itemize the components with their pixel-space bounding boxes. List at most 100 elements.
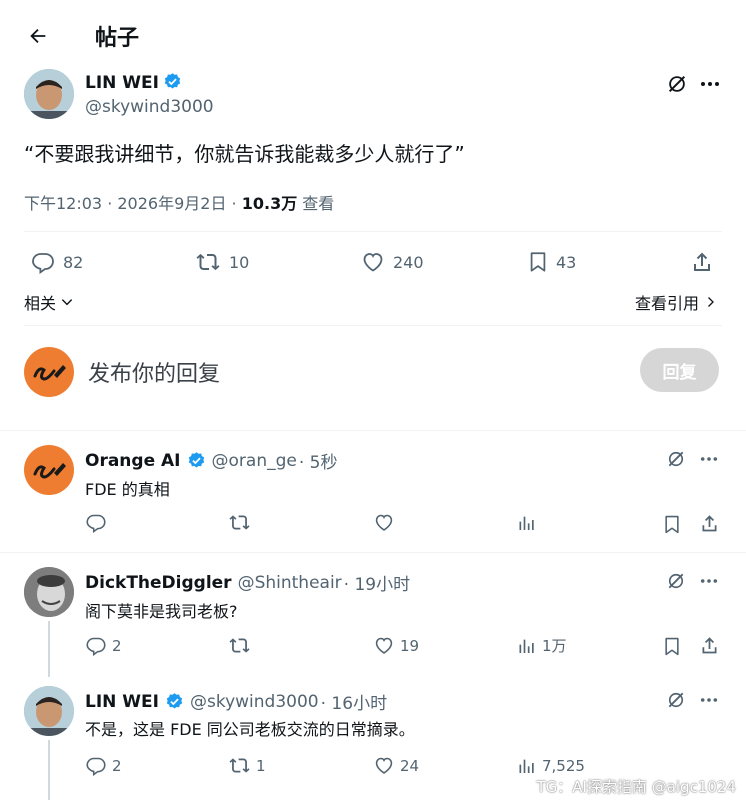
reply-author-name[interactable]: LIN WEI [85,692,159,712]
chevron-right-icon [708,297,714,307]
bookmark-icon[interactable] [660,512,684,536]
reply-avatar[interactable] [24,567,74,617]
like-button[interactable]: 24 [373,755,419,776]
share-icon[interactable] [688,248,716,276]
reply-icon [86,637,106,656]
reply-submit-label: 回复 [662,362,697,383]
like-button[interactable] [373,512,400,533]
bookmark-icon [530,252,546,272]
reply-time[interactable]: · 5秒 [299,448,338,473]
post-meta: 下午12:03 · 2026年9月2日 · 10.3万 查看 [24,190,334,214]
view-quotes-label: 查看引用 [635,294,700,313]
like-count: 24 [400,756,420,775]
repost-button[interactable]: 1 [228,755,266,776]
reply-icon [86,514,106,533]
views-chart-icon [519,639,534,653]
more-options-icon[interactable] [696,70,724,98]
repost-button[interactable] [228,512,256,533]
repost-button[interactable]: 10 [194,250,249,274]
share-icon[interactable] [697,633,721,657]
watermark: TG：AI探索指南 @aigc1024 [536,778,736,796]
views-count: 10.3万 [241,194,298,213]
divider [24,231,722,232]
verified-badge-icon [165,692,184,711]
reply-button[interactable]: 2 [85,635,122,656]
thread-line [48,621,50,677]
reply-time[interactable]: · 16小时 [321,689,387,714]
reply-author-name[interactable]: Orange AI [85,451,181,471]
reply-button[interactable]: 2 [85,755,122,776]
author-name-row[interactable]: LIN WEI [85,72,182,93]
post-time[interactable]: 下午12:03 · 2026年9月2日 · [24,194,242,213]
views-count: 7,525 [542,756,585,775]
reply-icon [32,253,54,274]
grok-icon[interactable] [664,688,688,712]
author-handle[interactable]: @skywind3000 [85,97,214,117]
chevron-down-icon [61,299,73,306]
page-title: 帖子 [95,26,140,51]
reply-author-handle[interactable]: @Shintheair [238,573,342,593]
grok-icon[interactable] [663,70,691,98]
reply-text: FDE 的真相 [85,480,170,499]
author-name: LIN WEI [85,73,159,93]
heart-icon [375,757,393,774]
reply-avatar[interactable] [24,445,74,495]
like-count: 19 [400,636,420,655]
reply-text: 阁下莫非是我司老板? [85,602,238,621]
more-options-icon[interactable] [697,569,721,593]
view-quotes-link[interactable]: 查看引用 [635,290,717,314]
bookmark-count: 43 [556,252,577,272]
bookmark-icon[interactable] [660,634,684,658]
heart-icon [363,253,383,272]
like-button[interactable]: 19 [373,635,419,656]
reply-author-handle[interactable]: @oran_ge [212,451,297,471]
reply-author-handle[interactable]: @skywind3000 [190,692,319,712]
like-button[interactable]: 240 [360,250,424,274]
views-button[interactable]: 7,525 [517,755,585,776]
post-text: “不要跟我讲细节，你就告诉我能裁多少人就行了” [24,142,465,166]
reply-compose-input[interactable]: 发布你的回复 [88,356,608,388]
repost-icon [196,253,220,271]
views-button[interactable]: 1万 [517,635,567,656]
views-chart-icon [519,759,534,773]
reply-avatar[interactable] [24,686,74,736]
views-count: 1万 [542,637,567,655]
reply-submit-button[interactable]: 回复 [640,348,719,392]
reply-button[interactable] [85,512,112,533]
divider [0,430,746,431]
verified-badge-icon [163,72,182,91]
reply-button[interactable]: 82 [30,250,83,274]
my-avatar[interactable] [24,347,74,397]
repost-icon [229,638,250,653]
reply-count: 82 [63,252,84,272]
share-icon[interactable] [697,511,721,535]
verified-badge-icon [187,451,206,470]
repost-button[interactable] [228,635,256,656]
repost-count: 1 [256,756,266,775]
divider [0,552,746,553]
author-avatar[interactable] [24,69,74,119]
reply-count: 2 [112,756,122,775]
views-label: 查看 [297,194,335,213]
back-arrow-icon[interactable] [22,20,54,52]
reply-count: 2 [112,636,122,655]
bookmark-button[interactable]: 43 [527,250,576,274]
like-count: 240 [393,252,424,272]
related-dropdown[interactable]: 相关 [24,290,74,314]
repost-icon [229,515,250,530]
reply-icon [86,757,106,776]
reply-time[interactable]: · 19小时 [344,570,410,595]
divider [24,325,722,326]
more-options-icon[interactable] [697,688,721,712]
heart-icon [375,637,393,654]
reply-author-name[interactable]: DickTheDiggler [85,573,232,593]
grok-icon[interactable] [664,447,688,471]
views-button[interactable] [517,512,542,533]
more-options-icon[interactable] [697,447,721,471]
reply-text: 不是，这是 FDE 同公司老板交流的日常摘录。 [85,720,415,739]
related-label: 相关 [24,294,57,313]
repost-icon [229,758,250,773]
heart-icon [375,514,393,531]
views-chart-icon [519,516,534,530]
grok-icon[interactable] [664,569,688,593]
